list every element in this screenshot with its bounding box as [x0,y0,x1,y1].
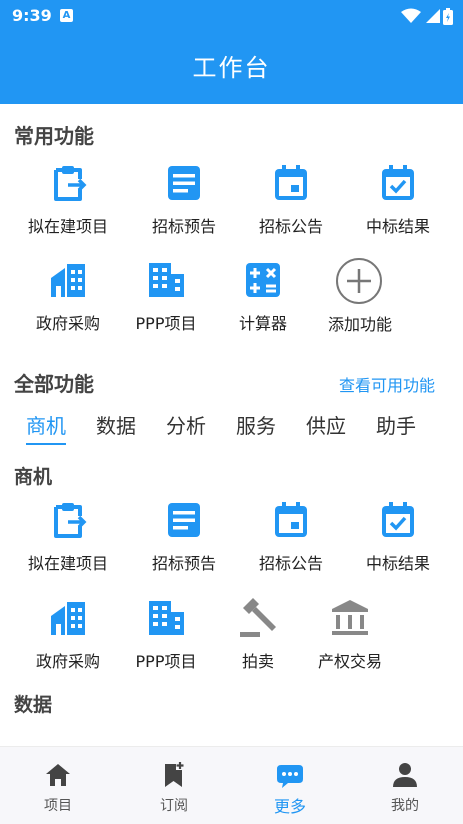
grid-item-label: 产权交易 [317,652,382,671]
person-icon [393,763,417,787]
clipboard-arrow-icon [54,503,87,538]
bank-icon [332,600,368,635]
grid-item-proposed-projects[interactable]: 拟在建项目 [10,163,126,245]
tab-fenxi[interactable]: 分析 [166,410,206,443]
status-icons [401,6,453,26]
grid-item-label: 招标预告 [151,217,216,236]
nav-item-more[interactable]: 更多 [232,747,348,824]
grid-item-label: 中标结果 [365,217,430,236]
nav-label: 订阅 [160,798,188,814]
calendar-icon [275,502,307,537]
section-title-shuju: 数据 [14,694,53,716]
status-time: 9:39 [12,6,52,25]
grid-item-label: 添加功能 [327,315,392,334]
category-tabs: 商机 数据 分析 服务 供应 助手 [0,410,463,450]
add-function-button[interactable]: 添加功能 [302,256,418,338]
section-title-common: 常用功能 [14,124,94,148]
battery-icon [443,7,453,25]
home-icon [46,764,70,786]
grid-item-tender-preview[interactable]: 招标预告 [126,500,242,582]
calendar-check-icon [382,165,414,200]
add-circle-icon [336,258,382,304]
grid-item-label: 拟在建项目 [27,217,108,236]
grid-item-bid-results[interactable]: 中标结果 [340,500,456,582]
bottom-nav: 项目 订阅 更多 我的 [0,746,463,824]
wifi-icon [401,8,421,23]
status-bar: 9:39 A [0,0,463,32]
nav-item-projects[interactable]: 项目 [0,747,116,824]
section-title-all: 全部功能 [14,372,94,396]
document-lines-icon [168,166,200,200]
office-building-icon [149,601,184,635]
bookmark-add-icon [165,762,184,787]
tab-shangji[interactable]: 商机 [26,410,66,445]
nav-item-subscribe[interactable]: 订阅 [116,747,232,824]
nav-label: 项目 [44,798,72,814]
tab-gongying[interactable]: 供应 [306,410,346,443]
tab-fuwu[interactable]: 服务 [236,410,276,443]
grid-item-property-trading[interactable]: 产权交易 [292,598,408,680]
calculator-icon [246,263,280,297]
government-building-icon [51,264,85,297]
status-indicator: A [60,9,73,22]
gavel-icon [240,598,276,637]
calendar-check-icon [382,502,414,537]
section-title-shangji: 商机 [14,466,53,488]
grid-item-proposed-projects[interactable]: 拟在建项目 [10,500,126,582]
signal-icon [426,9,440,23]
grid-item-label: 招标预告 [151,554,216,573]
nav-label: 我的 [391,798,419,814]
view-available-functions-link[interactable]: 查看可用功能 [339,372,435,396]
grid-item-label: 招标公告 [258,554,323,573]
tab-zhushou[interactable]: 助手 [376,410,416,443]
calendar-icon [275,165,307,200]
nav-label: 更多 [273,797,306,816]
grid-item-label: 中标结果 [365,554,430,573]
app-header: 工作台 [0,32,463,104]
grid-item-tender-notice[interactable]: 招标公告 [233,500,349,582]
document-lines-icon [168,503,200,537]
government-building-icon [51,602,85,635]
grid-item-label: 招标公告 [258,217,323,236]
grid-item-tender-notice[interactable]: 招标公告 [233,163,349,245]
office-building-icon [149,263,184,297]
nav-item-mine[interactable]: 我的 [347,747,463,824]
grid-item-tender-preview[interactable]: 招标预告 [126,163,242,245]
tab-shuju[interactable]: 数据 [96,410,136,443]
page-title: 工作台 [192,54,271,82]
more-chat-icon [277,765,303,788]
clipboard-arrow-icon [54,166,87,201]
grid-item-label: 拟在建项目 [27,554,108,573]
grid-item-bid-results[interactable]: 中标结果 [340,163,456,245]
